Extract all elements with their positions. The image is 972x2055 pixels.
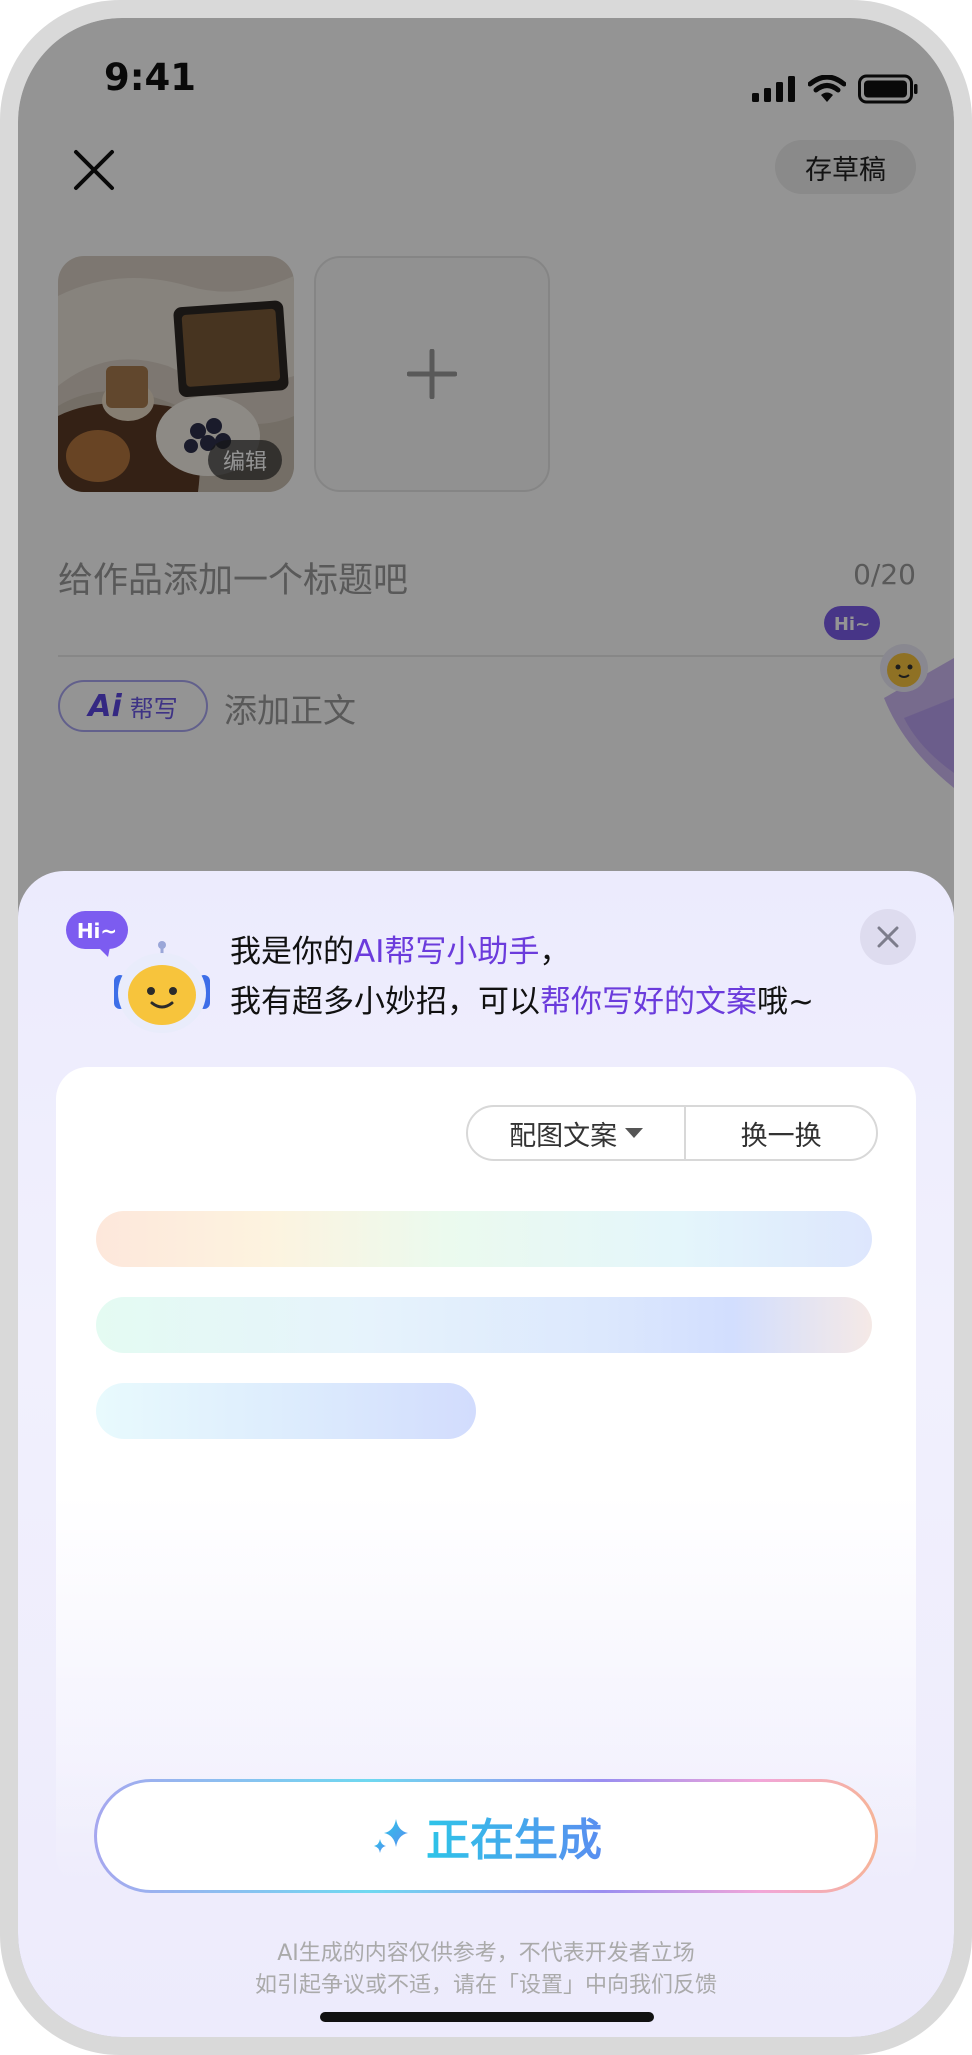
generation-card: 配图文案 换一换 (56, 1067, 916, 1887)
ai-assistant-sheet: Hi~ 我是你的AI帮写小助手， 我有超多小妙招，可以帮你写好的文案哦~ 配图文… (18, 871, 954, 2037)
robot-mascot-icon: Hi~ (66, 911, 210, 1033)
mode-selector: 配图文案 换一换 (466, 1105, 878, 1161)
device-frame: 9:41 存草稿 编辑 给作品添加一个标题吧 0/20 Ai 帮写 添加正文 H… (0, 0, 972, 2055)
mode-dropdown[interactable]: 配图文案 (468, 1107, 687, 1159)
loading-skeleton-line (96, 1297, 872, 1353)
hi-bubble-text: Hi~ (77, 919, 117, 943)
intro-line-2: 我有超多小妙招，可以帮你写好的文案哦~ (230, 984, 814, 1020)
caret-down-icon (625, 1128, 644, 1138)
refresh-button[interactable]: 换一换 (686, 1107, 876, 1159)
loading-skeleton-line (96, 1383, 476, 1439)
assistant-intro: 我是你的AI帮写小助手， 我有超多小妙招，可以帮你写好的文案哦~ (230, 927, 814, 1027)
mode-dropdown-label: 配图文案 (509, 1120, 618, 1152)
generate-button-label: 正在生成 (426, 1804, 602, 1868)
device-screen: 9:41 存草稿 编辑 给作品添加一个标题吧 0/20 Ai 帮写 添加正文 H… (18, 18, 954, 2037)
generate-button-inner: 正在生成 (97, 1782, 875, 1890)
generate-button[interactable]: 正在生成 (94, 1779, 878, 1893)
home-indicator[interactable] (320, 2012, 654, 2022)
close-icon (877, 926, 899, 948)
sparkle-icon (374, 1819, 408, 1853)
disclaimer-line-1: AI生成的内容仅供参考，不代表开发者立场 (277, 1941, 695, 1966)
disclaimer-line-2: 如引起争议或不适，请在「设置」中向我们反馈 (254, 1973, 717, 1998)
intro-line-1: 我是你的AI帮写小助手， (230, 934, 571, 970)
sheet-close-button[interactable] (860, 909, 916, 965)
loading-skeleton-line (96, 1211, 872, 1267)
